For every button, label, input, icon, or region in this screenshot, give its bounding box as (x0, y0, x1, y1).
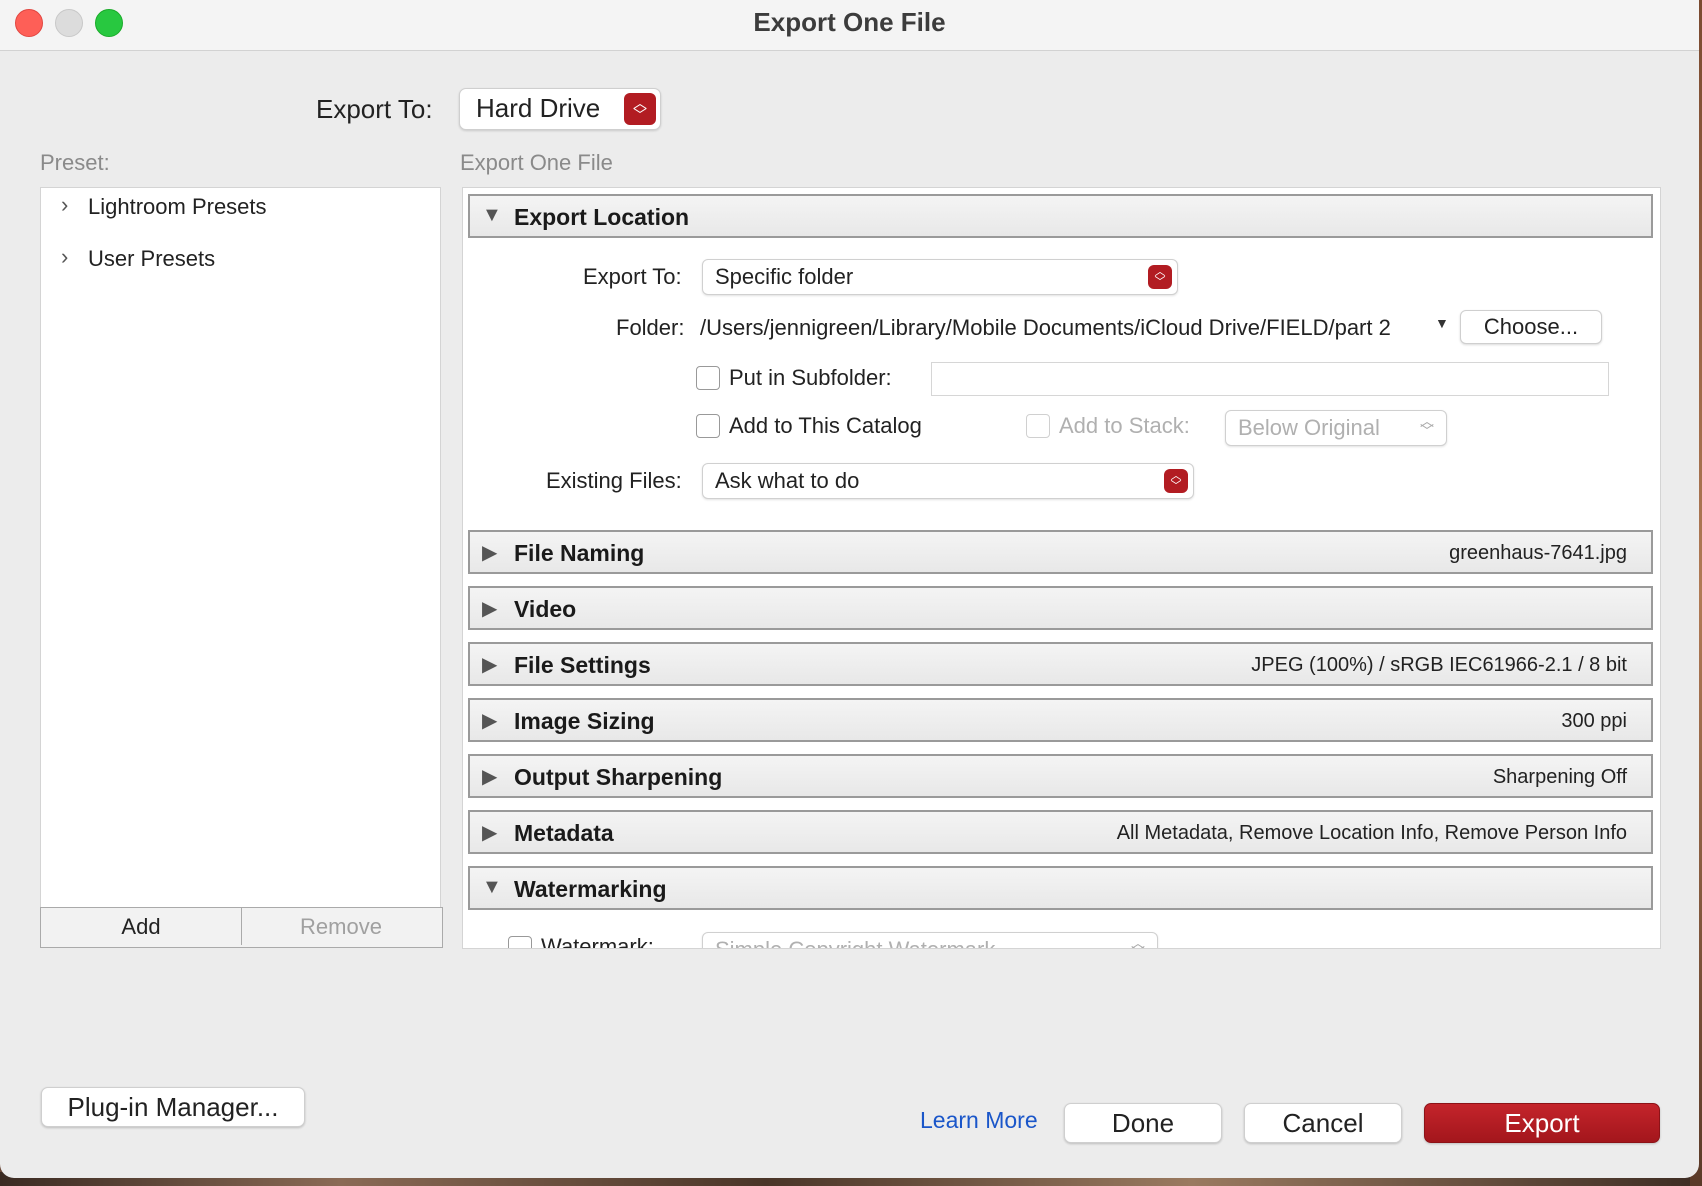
export-dialog: Export One File Export To: Hard Drive ︿ ﹀… (0, 0, 1699, 1178)
folder-label: Folder: (616, 315, 685, 340)
window-title: Export One File (753, 7, 946, 37)
stack-position-popup[interactable]: Below Original ︿ ﹀ (1225, 410, 1447, 446)
cancel-button[interactable]: Cancel (1244, 1103, 1402, 1143)
existing-files-popup[interactable]: Ask what to do ︿ ﹀ (702, 463, 1194, 499)
section-metadata-header[interactable]: ▶ Metadata All Metadata, Remove Location… (468, 810, 1653, 854)
section-title: Output Sharpening (514, 764, 723, 790)
add-preset-button[interactable]: Add (41, 908, 242, 945)
add-to-stack-label: Add to Stack: (1059, 413, 1190, 438)
section-output-sharpening-header[interactable]: ▶ Output Sharpening Sharpening Off (468, 754, 1653, 798)
put-in-subfolder-checkbox[interactable] (696, 366, 720, 390)
up-down-chevron-icon: ︿﹀ (624, 93, 656, 125)
chevron-right-icon: › (61, 244, 69, 269)
up-down-chevron-icon: ︿﹀ (1148, 265, 1172, 289)
export-to-label: Export To: (316, 94, 433, 124)
folder-path: /Users/jennigreen/Library/Mobile Documen… (700, 315, 1391, 340)
export-to-destination-value: Hard Drive (476, 93, 601, 123)
section-export-location-header[interactable]: ▼ Export Location (468, 194, 1653, 238)
section-summary: Sharpening Off (1492, 766, 1627, 788)
watermark-style-popup[interactable]: Simple Copyright Watermark ︿﹀ (702, 932, 1158, 949)
export-button[interactable]: Export (1424, 1103, 1660, 1143)
section-summary: JPEG (100%) / sRGB IEC61966-2.1 / 8 bit (1251, 654, 1627, 676)
add-to-catalog-label: Add to This Catalog (729, 413, 922, 438)
title-bar: Export One File (0, 0, 1699, 51)
section-file-naming-header[interactable]: ▶ File Naming greenhaus-7641.jpg (468, 530, 1653, 574)
watermark-label: Watermark: (541, 934, 654, 949)
section-video-header[interactable]: ▶ Video (468, 586, 1653, 630)
up-down-chevron-icon: ︿﹀ (1420, 413, 1434, 439)
section-file-settings-header[interactable]: ▶ File Settings JPEG (100%) / sRGB IEC61… (468, 642, 1653, 686)
settings-panel-label: Export One File (460, 150, 613, 175)
plugin-manager-button[interactable]: Plug-in Manager... (41, 1087, 305, 1127)
export-settings-panel: ▼ Export Location Export To: Specific fo… (462, 187, 1661, 949)
disclosure-triangle-right-icon: ▶ (482, 710, 498, 732)
existing-files-value: Ask what to do (715, 468, 860, 493)
watermark-style-value: Simple Copyright Watermark (715, 937, 995, 948)
section-summary: 300 ppi (1561, 710, 1627, 732)
add-to-stack-checkbox[interactable] (1026, 414, 1050, 438)
location-export-to-label: Export To: (583, 264, 682, 289)
section-image-sizing-header[interactable]: ▶ Image Sizing 300 ppi (468, 698, 1653, 742)
chevron-right-icon: › (61, 192, 69, 217)
choose-folder-button[interactable]: Choose... (1460, 310, 1602, 344)
section-title: File Naming (514, 540, 645, 566)
disclosure-triangle-down-icon: ▼ (482, 876, 502, 898)
up-down-chevron-icon: ︿﹀ (1131, 935, 1145, 949)
export-to-folder-value: Specific folder (715, 264, 854, 289)
section-title: Watermarking (514, 876, 667, 902)
section-title: Metadata (514, 820, 614, 846)
watermark-checkbox[interactable] (508, 936, 532, 948)
section-title: Image Sizing (514, 708, 655, 734)
section-title: Export Location (514, 204, 690, 230)
folder-history-dropdown-icon[interactable]: ▼ (1435, 315, 1449, 331)
put-in-subfolder-label: Put in Subfolder: (729, 365, 892, 390)
section-summary: All Metadata, Remove Location Info, Remo… (1116, 822, 1627, 844)
disclosure-triangle-right-icon: ▶ (482, 542, 498, 564)
preset-group-lightroom[interactable]: › Lightroom Presets (41, 188, 440, 228)
preset-group-label: User Presets (88, 246, 216, 271)
done-button[interactable]: Done (1064, 1103, 1222, 1143)
preset-group-label: Lightroom Presets (88, 194, 267, 219)
add-to-catalog-checkbox[interactable] (696, 414, 720, 438)
preset-group-user[interactable]: › User Presets (41, 240, 440, 280)
disclosure-triangle-down-icon: ▼ (482, 204, 502, 226)
remove-preset-button[interactable]: Remove (242, 908, 440, 945)
section-title: Video (514, 596, 577, 622)
export-to-folder-popup[interactable]: Specific folder ︿ ﹀ (702, 259, 1178, 295)
preset-label: Preset: (40, 150, 110, 175)
disclosure-triangle-right-icon: ▶ (482, 654, 498, 676)
subfolder-name-input[interactable] (931, 362, 1609, 396)
up-down-chevron-icon: ︿﹀ (1164, 469, 1188, 493)
existing-files-label: Existing Files: (546, 468, 682, 493)
preset-list: › Lightroom Presets › User Presets (40, 187, 441, 909)
disclosure-triangle-right-icon: ▶ (482, 766, 498, 788)
section-title: File Settings (514, 652, 651, 678)
preset-button-bar: Add Remove (40, 907, 443, 948)
section-watermarking-header[interactable]: ▼ Watermarking (468, 866, 1653, 910)
learn-more-link[interactable]: Learn More (920, 1107, 1038, 1134)
disclosure-triangle-right-icon: ▶ (482, 822, 498, 844)
stack-position-value: Below Original (1238, 415, 1380, 440)
export-to-destination-popup[interactable]: Hard Drive ︿ ﹀ (459, 88, 661, 130)
disclosure-triangle-right-icon: ▶ (482, 598, 498, 620)
section-summary: greenhaus-7641.jpg (1449, 542, 1627, 564)
